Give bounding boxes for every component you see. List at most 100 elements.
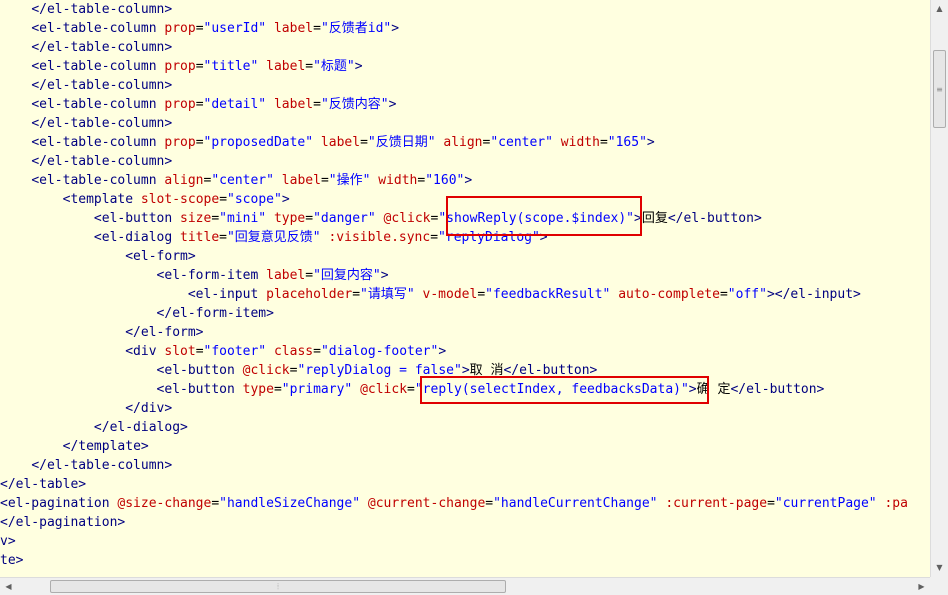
code-token: "reply(selectIndex, feedbacksData)" (414, 382, 689, 397)
code-token: = (360, 135, 368, 150)
vertical-thumb-grip-icon: ≡ (936, 84, 943, 94)
code-line: <el-table-column prop="proposedDate" lab… (0, 133, 654, 152)
code-token: @current-change (367, 496, 486, 511)
code-token: </el-table-column> (31, 40, 173, 55)
scroll-right-arrow-icon[interactable]: ▶ (913, 578, 930, 595)
code-line: <el-input placeholder="请填写" v-model="fee… (0, 285, 861, 304)
code-line: <el-table-column prop="title" label="标题"… (0, 57, 363, 76)
code-token: </el-form> (125, 325, 204, 340)
scroll-down-arrow-icon[interactable]: ▼ (931, 559, 948, 576)
code-token: align (164, 173, 204, 188)
code-token: > (354, 59, 363, 74)
code-token: @click (360, 382, 408, 397)
code-token: type (242, 382, 274, 397)
code-token: title (180, 230, 220, 245)
code-token: "反馈者id" (320, 21, 392, 36)
code-token: "off" (727, 287, 767, 302)
code-token: = (313, 344, 321, 359)
code-token: > (380, 268, 389, 283)
code-token: </el-table> (0, 477, 87, 492)
code-token: 取 消 (469, 363, 504, 378)
code-token: class (273, 344, 314, 359)
code-token: = (407, 382, 415, 397)
code-line: </el-table-column> (0, 38, 172, 57)
code-token: = (305, 211, 314, 226)
code-token: :pa (884, 496, 908, 511)
code-token: "回复意见反馈" (226, 230, 321, 245)
code-token: </el-button> (503, 363, 598, 378)
code-token: > (461, 363, 470, 378)
code-line: </div> (0, 399, 172, 418)
code-token: "160" (425, 173, 465, 188)
code-line: </el-table-column> (0, 0, 172, 19)
code-token: "反馈日期" (367, 135, 436, 150)
code-token: size (180, 211, 212, 226)
code-token: = (305, 268, 314, 283)
code-editor[interactable]: </el-table-column> <el-table-column prop… (0, 0, 930, 577)
code-token: v> (0, 534, 16, 549)
code-token: "primary" (281, 382, 353, 397)
scroll-left-arrow-icon[interactable]: ◀ (0, 578, 17, 595)
code-token: "反馈内容" (320, 97, 389, 112)
code-token: "footer" (203, 344, 267, 359)
horizontal-scrollbar[interactable]: ◀ ⦙ ▶ (0, 577, 930, 595)
code-token: </template> (62, 439, 149, 454)
code-token: <el-table-column (31, 173, 165, 188)
code-token: "replyDialog" (438, 230, 540, 245)
code-token: = (273, 382, 282, 397)
code-token: width (560, 135, 600, 150)
code-token: = (599, 135, 608, 150)
code-line: <el-dialog title="回复意见反馈" :visible.sync=… (0, 228, 548, 247)
code-token: </el-button> (730, 382, 825, 397)
code-token: te> (0, 553, 24, 568)
code-line: <el-form-item label="回复内容"> (0, 266, 389, 285)
code-token: "currentPage" (774, 496, 877, 511)
vertical-scrollbar[interactable]: ▲ ≡ ▼ (930, 0, 948, 577)
code-token: :visible.sync (328, 230, 431, 245)
code-token: = (477, 287, 486, 302)
code-token: "回复内容" (313, 268, 381, 283)
code-token: prop (164, 21, 196, 36)
code-token: > (388, 97, 397, 112)
code-token: label (266, 268, 306, 283)
code-token: auto-complete (618, 287, 720, 302)
code-token: > (281, 192, 290, 207)
code-token: label (281, 173, 321, 188)
code-line: <el-table-column prop="detail" label="反馈… (0, 95, 396, 114)
code-token: = (305, 59, 314, 74)
code-token: </el-button> (667, 211, 762, 226)
code-token: <el-button (93, 211, 181, 226)
code-token: = (219, 192, 228, 207)
code-token: label (273, 97, 314, 112)
code-line: </el-table-column> (0, 76, 172, 95)
code-token: label (320, 135, 361, 150)
code-token: @click (242, 363, 290, 378)
code-token: "handleSizeChange" (219, 496, 361, 511)
scroll-up-arrow-icon[interactable]: ▲ (931, 0, 948, 17)
vertical-scroll-thumb[interactable]: ≡ (933, 50, 946, 128)
horizontal-scroll-thumb[interactable]: ⦙ (50, 580, 506, 593)
code-token: <el-form-item (156, 268, 267, 283)
code-token: = (313, 21, 321, 36)
